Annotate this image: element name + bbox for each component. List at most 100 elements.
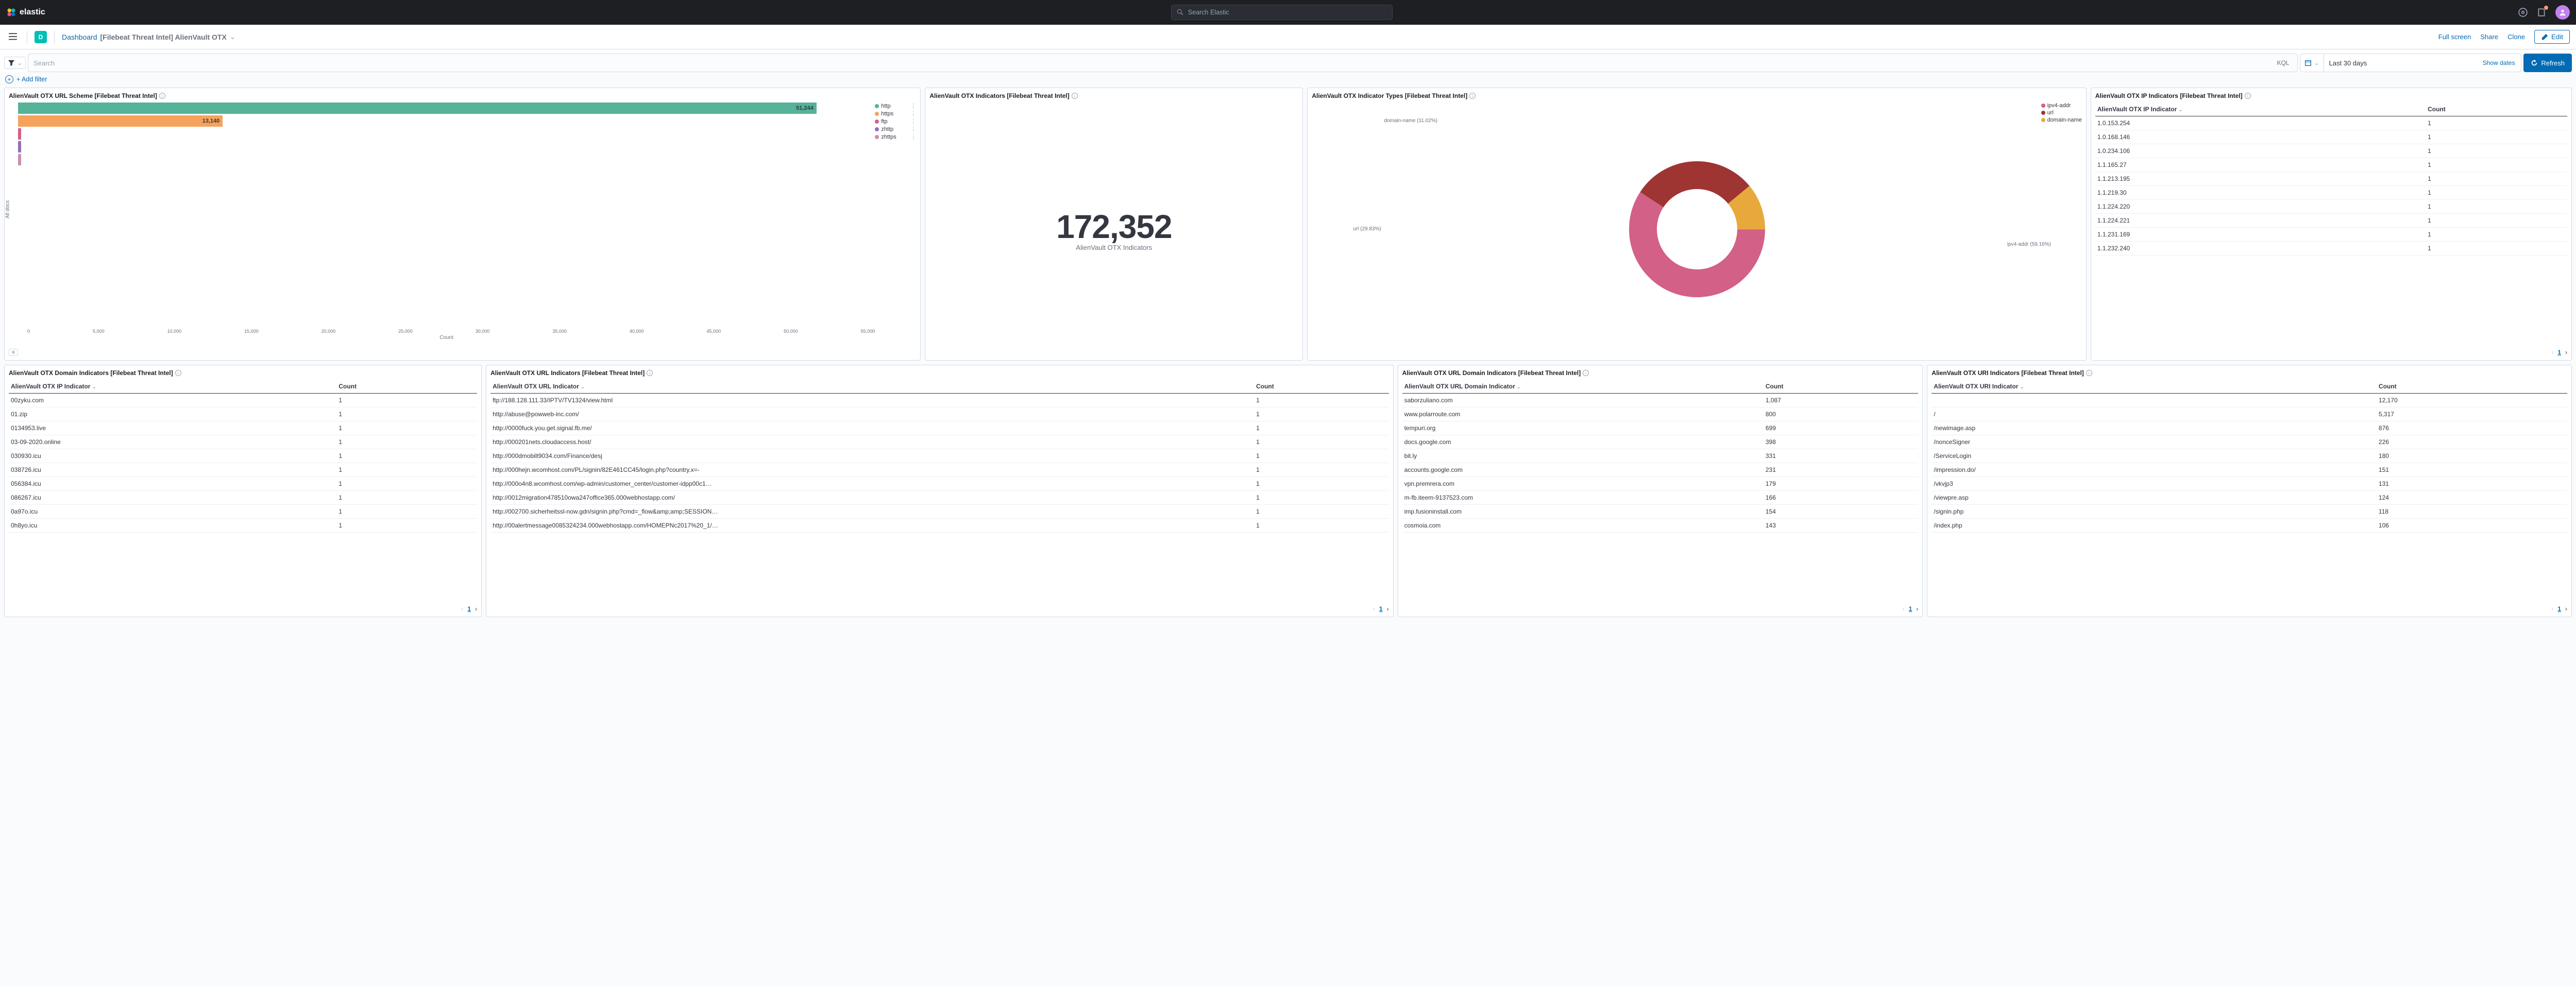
table-row[interactable]: cosmoia.com143 [1402, 519, 1919, 533]
newsfeed-icon[interactable] [2537, 8, 2546, 17]
user-avatar[interactable] [2555, 5, 2570, 20]
fullscreen-link[interactable]: Full screen [2438, 33, 2471, 41]
bar[interactable]: 51,244 [18, 103, 875, 114]
table-row[interactable]: imp.fusioninstall.com154 [1402, 505, 1919, 519]
next-page-icon[interactable]: › [2565, 605, 2567, 612]
table-row[interactable]: 1.1.232.2401 [2095, 242, 2567, 256]
table-row[interactable]: 030930.icu1 [9, 449, 477, 463]
table-row[interactable]: http://000201nets.cloudaccess.host/1 [490, 435, 1389, 449]
prev-page-icon[interactable]: ‹ [1903, 605, 1905, 612]
table-row[interactable]: /5,317 [1931, 407, 2567, 421]
next-page-icon[interactable]: › [1916, 605, 1918, 612]
table-row[interactable]: saborzuliano.com1,087 [1402, 394, 1919, 407]
add-filter-link[interactable]: + Add filter [16, 76, 47, 83]
table-row[interactable]: /newimage.asp876 [1931, 421, 2567, 435]
table-row[interactable]: /index.php106 [1931, 519, 2567, 533]
table-row[interactable]: 1.1.213.1951 [2095, 172, 2567, 186]
column-header[interactable]: AlienVault OTX IP Indicator ⌄ [9, 380, 336, 394]
refresh-button[interactable]: Refresh [2523, 54, 2572, 72]
show-dates-link[interactable]: Show dates [2477, 59, 2521, 66]
next-page-icon[interactable]: › [2565, 349, 2567, 356]
prev-page-icon[interactable]: ‹ [2551, 605, 2553, 612]
legend-item[interactable]: http⋮ [875, 103, 916, 109]
prev-page-icon[interactable]: ‹ [461, 605, 463, 612]
table-row[interactable]: 1.1.224.2211 [2095, 214, 2567, 228]
table-row[interactable]: ftp://188.128.111.33/IPTV/TV1324/view.ht… [490, 394, 1389, 407]
table-row[interactable]: /impression.do/151 [1931, 463, 2567, 477]
column-header[interactable]: Count [1254, 380, 1389, 394]
legend-toggle-icon[interactable]: ≡ [9, 349, 18, 356]
table-row[interactable]: http://0012migration478510owa247office36… [490, 491, 1389, 505]
table-row[interactable]: 056384.icu1 [9, 477, 477, 491]
bar[interactable] [18, 154, 875, 165]
table-row[interactable]: 1.0.168.1461 [2095, 130, 2567, 144]
info-icon[interactable]: i [159, 93, 165, 99]
info-icon[interactable]: i [2245, 93, 2251, 99]
table-row[interactable]: m-fb.iteem-9137523.com166 [1402, 491, 1919, 505]
table-row[interactable]: http://00alertmessage0085324234.000webho… [490, 519, 1389, 533]
table-row[interactable]: http://002700.sicherheitssl-now.gdn/sign… [490, 505, 1389, 519]
add-filter-icon[interactable]: + [5, 75, 13, 83]
table-row[interactable]: http://000o4n8.wcomhost.com/wp-admin/cus… [490, 477, 1389, 491]
prev-page-icon[interactable]: ‹ [1373, 605, 1375, 612]
column-header[interactable]: AlienVault OTX URI Indicator ⌄ [1931, 380, 2377, 394]
legend-item[interactable]: url [2041, 110, 2082, 116]
bar[interactable]: 13,140 [18, 115, 875, 127]
bar[interactable] [18, 141, 875, 152]
table-row[interactable]: www.polarroute.com800 [1402, 407, 1919, 421]
table-row[interactable]: http://000hejn.wcomhost.com/PL/signin/82… [490, 463, 1389, 477]
table-row[interactable]: /nonceSigner226 [1931, 435, 2567, 449]
share-link[interactable]: Share [2480, 33, 2498, 41]
breadcrumb-root[interactable]: Dashboard [62, 33, 97, 41]
prev-page-icon[interactable]: ‹ [2551, 349, 2553, 356]
table-row[interactable]: 0134953.live1 [9, 421, 477, 435]
info-icon[interactable]: i [2086, 370, 2092, 376]
info-icon[interactable]: i [647, 370, 653, 376]
chevron-down-icon[interactable]: ⌄ [230, 32, 236, 41]
table-row[interactable]: 0a97o.icu1 [9, 505, 477, 519]
table-row[interactable]: 00zyku.com1 [9, 394, 477, 407]
legend-item[interactable]: ipv4-addr [2041, 103, 2082, 109]
legend-item[interactable]: zhttps⋮ [875, 133, 916, 140]
legend-item[interactable]: domain-name [2041, 117, 2082, 123]
column-header[interactable]: Count [1764, 380, 1919, 394]
info-icon[interactable]: i [1469, 93, 1476, 99]
query-input[interactable]: Search KQL [28, 54, 2298, 72]
table-row[interactable]: 1.0.234.1061 [2095, 144, 2567, 158]
table-row[interactable]: 1.1.231.1691 [2095, 228, 2567, 242]
table-row[interactable]: 1.1.219.301 [2095, 186, 2567, 200]
space-selector[interactable]: D [35, 31, 47, 43]
table-row[interactable]: 01.zip1 [9, 407, 477, 421]
query-lang-label[interactable]: KQL [2274, 59, 2292, 66]
column-header[interactable]: Count [336, 380, 477, 394]
edit-button[interactable]: Edit [2534, 30, 2570, 44]
table-row[interactable]: /ServiceLogin180 [1931, 449, 2567, 463]
legend-item[interactable]: zhttp⋮ [875, 126, 916, 132]
column-header[interactable]: AlienVault OTX URL Indicator ⌄ [490, 380, 1254, 394]
info-icon[interactable]: i [175, 370, 181, 376]
table-row[interactable]: http://abuse@powweb-inc.com/1 [490, 407, 1389, 421]
table-row[interactable]: 1.1.224.2201 [2095, 200, 2567, 214]
next-page-icon[interactable]: › [1387, 605, 1389, 612]
legend-item[interactable]: ftp⋮ [875, 118, 916, 125]
table-row[interactable]: /viewpre.asp124 [1931, 491, 2567, 505]
filter-options-button[interactable]: ⌄ [4, 57, 26, 69]
table-row[interactable]: 03-09-2020.online1 [9, 435, 477, 449]
table-row[interactable]: 038726.icu1 [9, 463, 477, 477]
table-row[interactable]: tempuri.org699 [1402, 421, 1919, 435]
help-icon[interactable] [2518, 8, 2528, 17]
date-range-text[interactable]: Last 30 days [2324, 59, 2477, 67]
table-row[interactable]: http://000dmobilt9034.com/Finance/desj1 [490, 449, 1389, 463]
global-search[interactable]: Search Elastic [1171, 5, 1393, 20]
column-header[interactable]: Count [2426, 103, 2567, 116]
calendar-button[interactable]: ⌄ [2300, 54, 2324, 72]
info-icon[interactable]: i [1072, 93, 1078, 99]
column-header[interactable]: AlienVault OTX URL Domain Indicator ⌄ [1402, 380, 1764, 394]
table-row[interactable]: docs.google.com398 [1402, 435, 1919, 449]
table-row[interactable]: 086267.icu1 [9, 491, 477, 505]
table-row[interactable]: 12,170 [1931, 394, 2567, 407]
table-row[interactable]: bit.ly331 [1402, 449, 1919, 463]
table-row[interactable]: /vkvjp3131 [1931, 477, 2567, 491]
table-row[interactable]: /signin.php118 [1931, 505, 2567, 519]
table-row[interactable]: 0h8yo.icu1 [9, 519, 477, 533]
